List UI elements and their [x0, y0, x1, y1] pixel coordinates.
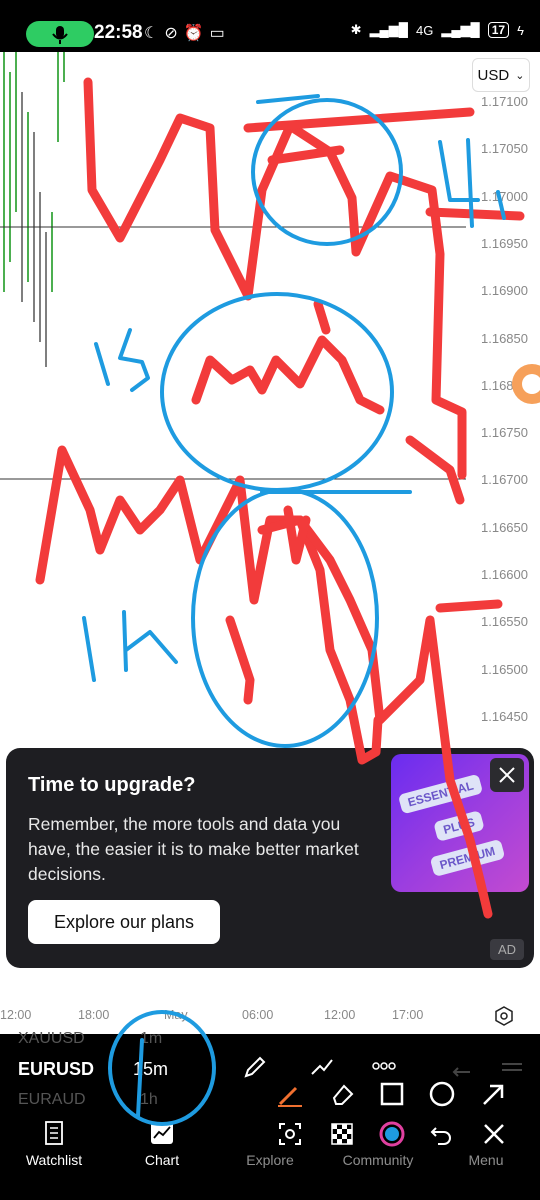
chart-icon	[151, 1122, 173, 1144]
price-label: 1.16750	[481, 425, 528, 441]
mute-icon: ⊘	[164, 25, 184, 42]
nav-watchlist[interactable]: Watchlist	[4, 1120, 104, 1168]
nav-chart[interactable]: Chart	[112, 1120, 212, 1168]
time-label: 12:00	[0, 1008, 32, 1022]
chevron-down-icon: ⌄	[515, 69, 525, 82]
close-icon	[499, 767, 515, 783]
symbol-next[interactable]: EURAUD	[18, 1091, 86, 1109]
interval-next[interactable]: 1h	[140, 1091, 158, 1109]
nav-explore[interactable]: Explore	[220, 1120, 320, 1168]
microphone-icon	[52, 26, 68, 44]
time-label: 06:00	[242, 1008, 274, 1022]
price-label: 1.17050	[481, 141, 528, 157]
price-label: 1.17100	[481, 94, 528, 109]
symbol-prev[interactable]: XAUUSD	[18, 1030, 85, 1048]
watchlist-icon	[45, 1121, 63, 1145]
signal-icon: ▂▄▆█	[369, 22, 408, 37]
ad-tag: ESSENTIAL	[397, 773, 484, 815]
nav-menu-label: Menu	[468, 1152, 504, 1168]
charging-icon: ϟ	[517, 22, 524, 38]
time-label: 17:00	[392, 1008, 424, 1022]
close-ad-button[interactable]	[490, 758, 524, 792]
currency-select[interactable]: USD ⌄	[472, 58, 530, 92]
status-right: ✱ ▂▄▆█ 4G ▂▄▆█ 17 ϟ	[351, 22, 524, 38]
ad-badge: AD	[489, 939, 524, 960]
chart-settings-icon[interactable]	[494, 1006, 514, 1026]
marker-icon[interactable]	[276, 1080, 304, 1108]
time-label: May	[164, 1008, 188, 1022]
price-label: 1.17000	[481, 188, 528, 204]
trend-tool-icon[interactable]	[308, 1054, 336, 1082]
floating-bubble[interactable]	[506, 362, 540, 406]
nav-community[interactable]: Community	[328, 1120, 428, 1168]
price-label: 1.16600	[481, 567, 528, 582]
currency-value: USD	[477, 66, 510, 84]
price-label: 1.16650	[481, 519, 528, 535]
time-label: 18:00	[78, 1008, 110, 1022]
ad-tag: PREMIUM	[429, 838, 506, 878]
interval-prev[interactable]: 1m	[140, 1030, 162, 1048]
clock: 22:58	[94, 22, 143, 43]
nav-chart-label: Chart	[144, 1152, 180, 1168]
upgrade-ad: Time to upgrade? Remember, the more tool…	[6, 748, 534, 968]
price-label: 1.16550	[481, 614, 528, 630]
eraser-icon[interactable]	[328, 1080, 356, 1108]
alarm-icon: ⏰	[183, 25, 210, 42]
status-bar: 22:58 ☾⊘⏰▭ ✱ ▂▄▆█ 4G ▂▄▆█ 17 ϟ	[0, 0, 540, 52]
ad-title: Time to upgrade?	[28, 774, 196, 796]
nav-watchlist-label: Watchlist	[25, 1152, 83, 1168]
ad-tag: PLUS	[433, 810, 485, 842]
status-icons: ☾⊘⏰▭	[144, 23, 231, 43]
nav-community-label: Community	[342, 1152, 414, 1168]
nav-explore-label: Explore	[246, 1152, 294, 1168]
ad-body: Remember, the more tools and data you ha…	[28, 814, 359, 884]
price-label: 1.16500	[481, 661, 528, 677]
bottom-bar: XAUUSD EURUSD EURAUD 1m 15m 1h Watchlist…	[0, 1030, 540, 1200]
rectangle-icon[interactable]	[378, 1080, 406, 1108]
interval-selector[interactable]: 15m	[133, 1059, 168, 1080]
price-label: 1.16900	[481, 283, 528, 299]
arrow-icon[interactable]	[480, 1080, 508, 1108]
circle-icon[interactable]	[428, 1080, 456, 1108]
candles	[3, 52, 65, 367]
time-label: 12:00	[324, 1008, 356, 1022]
symbol-selector[interactable]: EURUSD	[18, 1059, 94, 1080]
explore-plans-button[interactable]: Explore our plans	[28, 900, 220, 944]
price-label: 1.16850	[481, 330, 528, 346]
battery-indicator: 17	[487, 22, 510, 38]
pencil-icon[interactable]	[240, 1054, 268, 1082]
price-label: 1.16700	[481, 472, 528, 488]
signal-icon-2: ▂▄▆█	[441, 22, 480, 37]
nav-menu[interactable]: Menu	[436, 1120, 536, 1168]
moon-icon: ☾	[144, 25, 165, 42]
camera-icon: ▭	[209, 25, 231, 42]
bluetooth-icon: ✱	[350, 22, 362, 37]
price-label: 1.16950	[481, 235, 528, 251]
network-type: 4G	[415, 22, 434, 38]
price-label: 1.16450	[481, 708, 528, 724]
mic-indicator	[26, 21, 94, 47]
